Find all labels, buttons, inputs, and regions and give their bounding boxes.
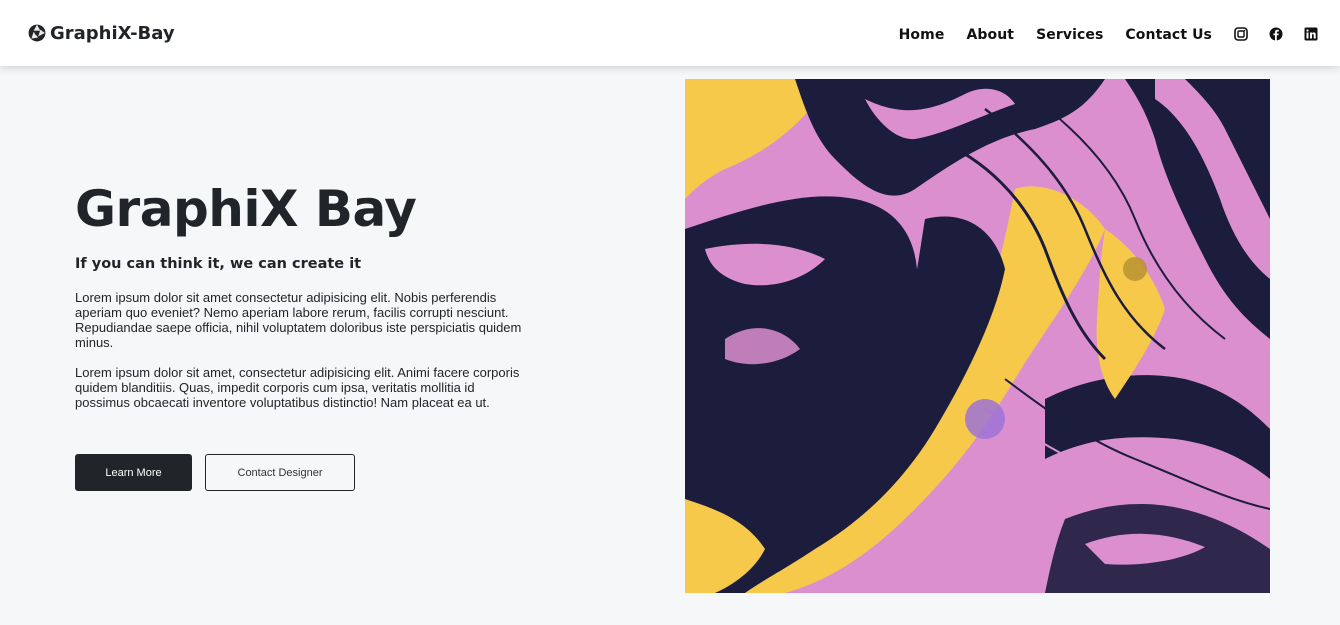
social-links [1234, 26, 1318, 41]
facebook-icon[interactable] [1269, 26, 1283, 41]
instagram-icon[interactable] [1234, 26, 1248, 41]
nav-services[interactable]: Services [1036, 27, 1103, 43]
abstract-paint-image [685, 79, 1270, 593]
hero-subtitle: If you can think it, we can create it [75, 256, 362, 272]
hero-title: GraphiX Bay [75, 180, 417, 238]
nav-contact-us[interactable]: Contact Us [1125, 27, 1212, 43]
aperture-icon [28, 24, 46, 42]
nav-about[interactable]: About [966, 27, 1014, 43]
linkedin-icon[interactable] [1304, 26, 1318, 41]
hero-paragraph-2: Lorem ipsum dolor sit amet, consectetur … [75, 365, 520, 410]
brand-name: GraphiX-Bay [50, 22, 175, 44]
nav-links: Home About Services Contact Us [899, 24, 1212, 43]
brand-link[interactable]: GraphiX-Bay [28, 20, 175, 46]
navbar: GraphiX-Bay Home About Services Contact … [0, 0, 1340, 66]
learn-more-button[interactable]: Learn More [75, 454, 192, 491]
hero-paragraph-1: Lorem ipsum dolor sit amet consectetur a… [75, 290, 522, 350]
contact-designer-button[interactable]: Contact Designer [205, 454, 355, 491]
nav-home[interactable]: Home [899, 27, 945, 43]
